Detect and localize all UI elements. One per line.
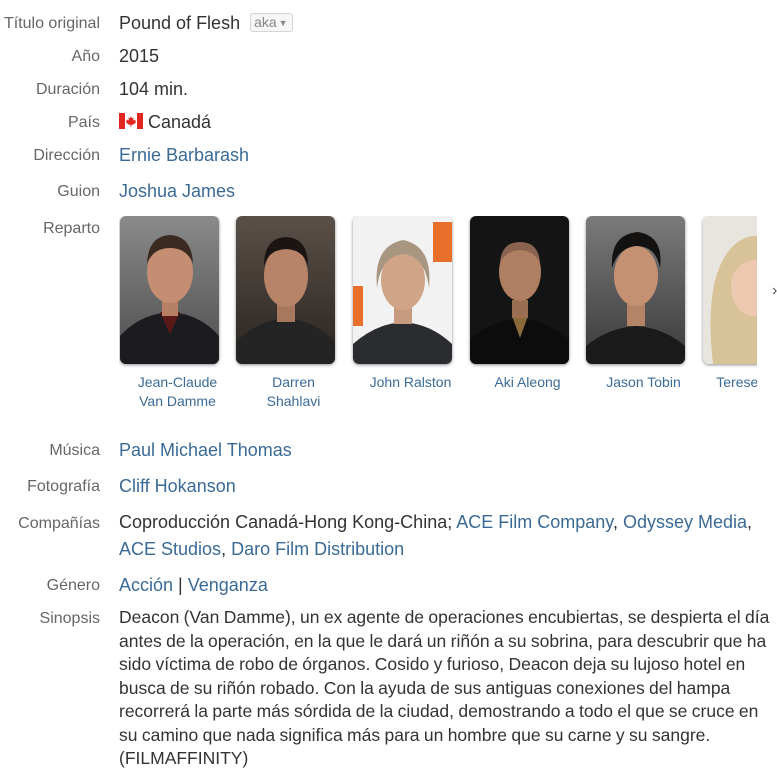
cast-name[interactable]: Terese Cilluffo [702, 373, 757, 392]
canada-flag-icon [119, 112, 143, 134]
cast-photo[interactable] [703, 216, 757, 364]
cast-name[interactable]: Jason Tobin [585, 373, 702, 392]
music-link[interactable]: Paul Michael Thomas [119, 439, 292, 461]
cast-member-jean-claude-van-damme[interactable]: Jean-Claude Van Damme [119, 216, 236, 411]
cast-member-john-ralston[interactable]: John Ralston [352, 216, 469, 392]
director-link[interactable]: Ernie Barbarash [119, 144, 249, 166]
cast-name[interactable]: Jean-Claude Van Damme [119, 373, 236, 411]
synopsis-text: Deacon (Van Damme), un ex agente de oper… [119, 607, 770, 768]
original-title: Pound of Flesh [119, 13, 241, 33]
label-duration: Duración [35, 81, 100, 98]
genre-separator: | [178, 575, 183, 595]
company-link-odyssey-media[interactable]: Odyssey Media [623, 512, 747, 532]
cast-photo[interactable] [586, 216, 685, 364]
original-title-value: Pound of Flesh aka ▼ [119, 12, 293, 34]
cast-photo[interactable] [236, 216, 335, 364]
cast-member-jason-tobin[interactable]: Jason Tobin [585, 216, 702, 392]
company-link-ace-studios[interactable]: ACE Studios [119, 539, 221, 559]
genre-link-accion[interactable]: Acción [119, 575, 173, 595]
companies-line-2: ACE Studios, Daro Film Distribution [119, 539, 405, 559]
cast-member-aki-aleong[interactable]: Aki Aleong [469, 216, 586, 392]
country-name: Canadá [148, 112, 212, 132]
label-country: País [67, 114, 100, 131]
label-writer: Guion [57, 183, 100, 200]
cast-member-terese-cilluffo[interactable]: Terese Cilluffo [702, 216, 757, 392]
label-genre: Género [46, 577, 100, 594]
label-music: Música [49, 442, 100, 459]
company-link-ace-film-company[interactable]: ACE Film Company [456, 512, 613, 532]
chevron-right-icon[interactable]: › [772, 282, 777, 300]
cast-name[interactable]: Aki Aleong [469, 373, 586, 392]
label-cast: Reparto [43, 220, 100, 237]
companies-text: Coproducción Canadá-Hong Kong-China [119, 512, 448, 532]
duration-value: 104 min. [119, 79, 189, 99]
caret-down-icon: ▼ [278, 18, 288, 28]
label-director: Dirección [33, 147, 100, 164]
company-link-daro-film-distribution[interactable]: Daro Film Distribution [231, 539, 404, 559]
label-companies: Compañías [18, 515, 100, 532]
cast-name[interactable]: John Ralston [352, 373, 469, 392]
cast-photo[interactable] [353, 216, 452, 364]
aka-dropdown-button[interactable]: aka ▼ [250, 13, 293, 32]
cast-name[interactable]: Darren Shahlavi [235, 373, 352, 411]
year-value: 2015 [119, 46, 160, 66]
cast-carousel: Jean-Claude Van Damme Darren Shahlavi Jo… [119, 216, 757, 416]
cast-photo[interactable] [470, 216, 569, 364]
cast-member-darren-shahlavi[interactable]: Darren Shahlavi [235, 216, 352, 411]
label-original-title: Título original [3, 15, 100, 32]
aka-label: aka [254, 14, 277, 30]
country-value: Canadá [119, 111, 211, 134]
label-photography: Fotografía [27, 478, 100, 495]
photography-link[interactable]: Cliff Hokanson [119, 475, 236, 497]
genre-link-venganza[interactable]: Venganza [188, 575, 268, 595]
writer-link[interactable]: Joshua James [119, 180, 235, 202]
label-year: Año [71, 48, 100, 65]
genre-value: Acción | Venganza [119, 574, 268, 596]
label-synopsis: Sinopsis [39, 610, 100, 627]
companies-line-1: Coproducción Canadá-Hong Kong-China; ACE… [119, 512, 753, 532]
cast-photo[interactable] [120, 216, 219, 364]
